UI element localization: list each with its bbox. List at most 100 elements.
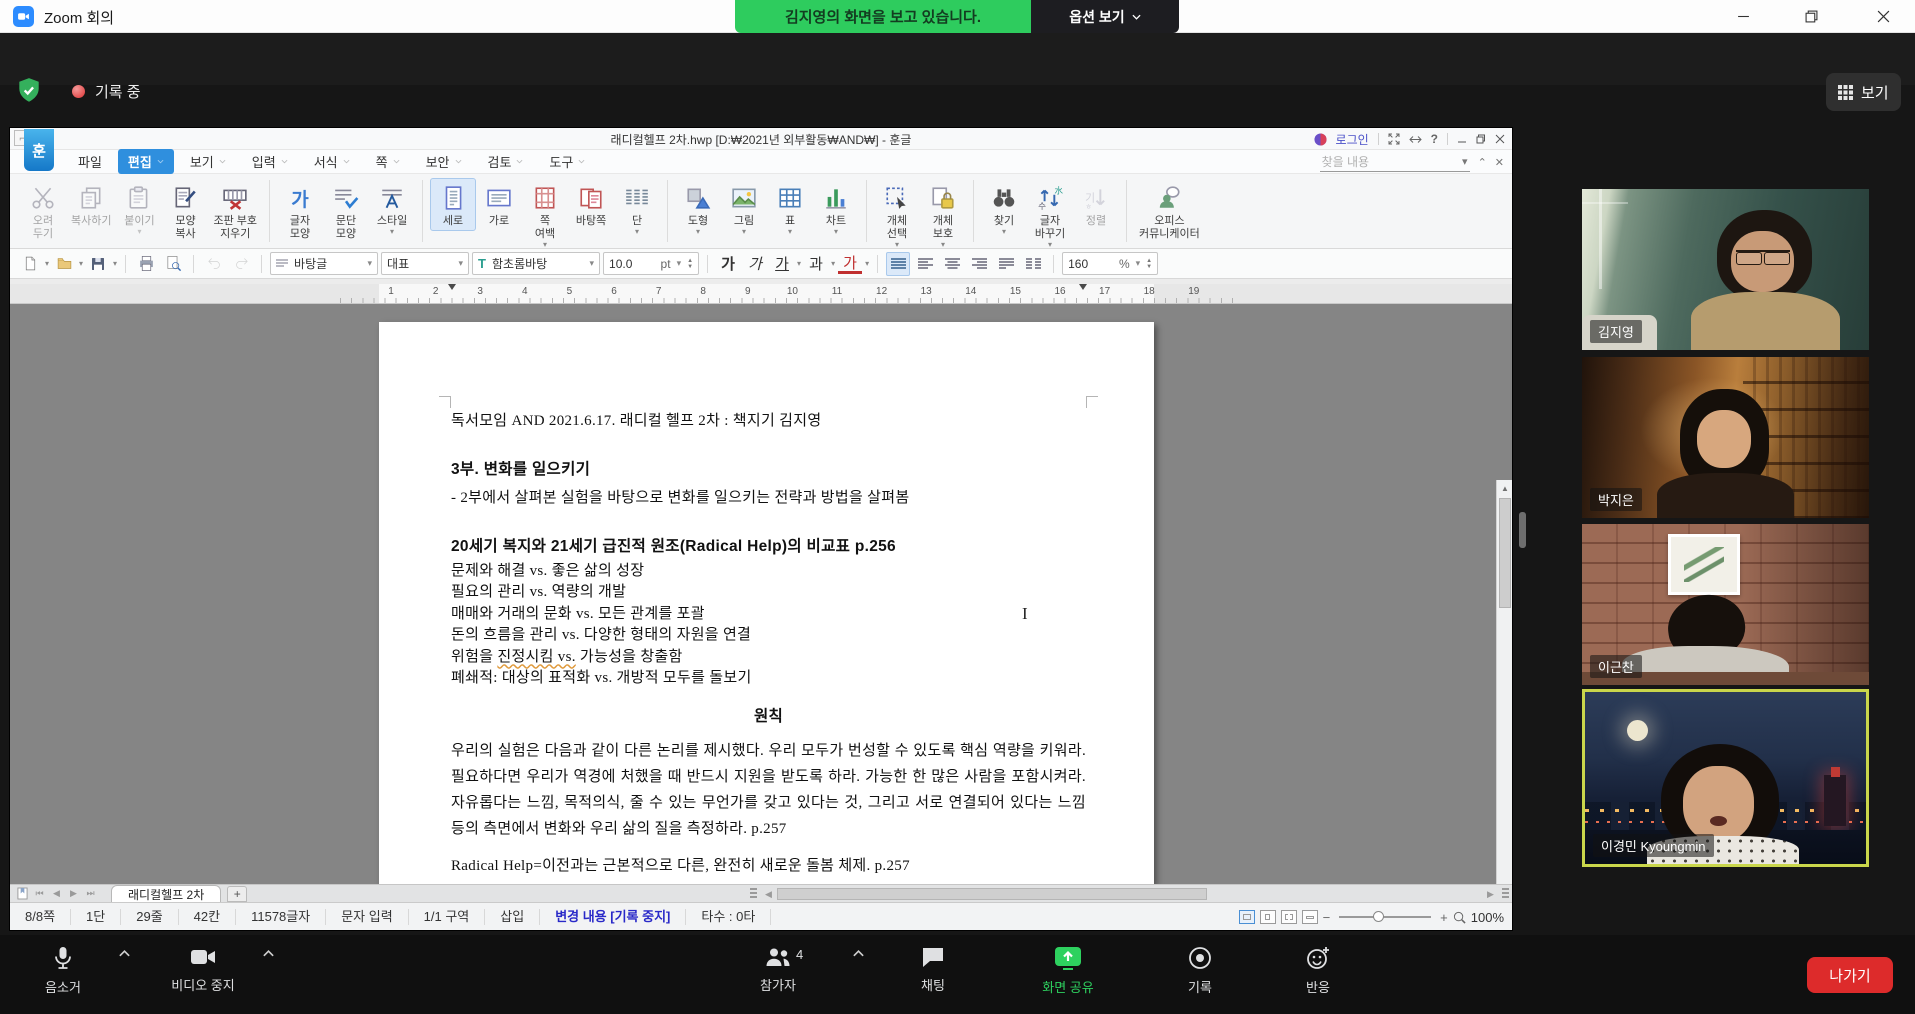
prev-tab-icon[interactable]: ◀ [48,885,65,902]
align-right-button[interactable] [967,252,991,276]
minimize-button[interactable] [1720,0,1766,33]
right-margin-marker[interactable] [1079,284,1087,290]
align-distribute-button[interactable] [994,252,1018,276]
next-tab-icon[interactable]: ▶ [65,885,82,902]
tool-sort-button[interactable]: 기ㅎ정렬 [1073,178,1119,231]
save-icon[interactable] [86,252,110,276]
document-tab[interactable]: 래디컬헬프 2차 [111,885,221,903]
zoom-slider-thumb[interactable] [1373,911,1384,922]
tool-object-select-button[interactable]: 개체선택▾ [874,178,920,252]
scroll-right-icon[interactable]: ▶ [1482,886,1499,903]
vertical-scroll-thumb[interactable] [1499,498,1511,608]
style-set-combo[interactable]: 대표▾ [381,252,469,275]
record-button[interactable]: 기록 [1145,945,1255,996]
first-tab-icon[interactable]: ⏮ [31,885,48,902]
help-icon[interactable]: ? [1431,132,1438,146]
magnifier-icon[interactable] [1453,911,1466,924]
restore-button[interactable] [1788,0,1834,33]
font-combo[interactable]: T함초롬바탕▾ [472,252,600,275]
horizontal-scroll-thumb[interactable] [777,888,1207,900]
tool-master-page-button[interactable]: 바탕쪽 [568,178,614,231]
tool-scissors-button[interactable]: 오려두기 [20,178,66,244]
align-divide-button[interactable] [1021,252,1045,276]
panel-splitter-handle[interactable] [1519,512,1526,548]
menu-쪽[interactable]: 쪽 [366,149,410,174]
fullscreen-icon[interactable] [1388,133,1400,145]
menu-도구[interactable]: 도구 [539,149,595,174]
new-caret[interactable]: ▾ [45,259,49,268]
preview-icon[interactable] [161,252,185,276]
video-tile[interactable]: 이근찬 [1582,524,1869,685]
last-tab-icon[interactable]: ⏭ [82,885,99,902]
paragraph-style-combo[interactable]: 바탕글▾ [270,252,378,275]
menu-보기[interactable]: 보기 [180,149,236,174]
tool-find-button[interactable]: 찾기▾ [981,178,1027,239]
hwp-restore-icon[interactable] [1476,134,1486,144]
horizontal-scrollbar[interactable]: ◀ ▶ [747,885,1512,903]
document-page[interactable]: 독서모임 AND 2021.6.17. 래디컬 헬프 2차 : 책지기 김지영3… [379,322,1154,884]
tool-columns-button[interactable]: 단▾ [614,178,660,239]
menu-보안[interactable]: 보안 [416,149,472,174]
tool-portrait-button[interactable]: 세로 [430,178,476,231]
tool-format-painter-button[interactable]: 모양복사 [162,178,208,244]
mic-options-chevron[interactable] [118,949,131,958]
undo-icon[interactable] [202,252,226,276]
video-tile-active-speaker[interactable]: 이경민 Kyoungmin [1582,689,1869,867]
menu-서식[interactable]: 서식 [304,149,360,174]
open-file-icon[interactable] [52,252,76,276]
italic-button[interactable]: 가 [743,252,767,276]
search-close-icon[interactable]: ✕ [1495,156,1504,169]
tool-shapes-button[interactable]: 도형▾ [675,178,721,239]
font-size-spinner[interactable]: ▲▼ [687,258,693,270]
people-button[interactable]: 참가자 [723,945,833,994]
add-tab-button[interactable]: + [227,886,247,902]
scrollbar-grip[interactable] [1502,888,1509,900]
tool-landscape-button[interactable]: 가로 [476,178,522,231]
menu-입력[interactable]: 입력 [242,149,298,174]
view-mode-page-icon[interactable] [1239,910,1255,924]
search-dropdown-icon[interactable]: ▾ [1462,155,1468,168]
tool-style-button[interactable]: 스타일▾ [369,178,415,239]
video-options-chevron[interactable] [262,949,275,958]
zoom-level-combo[interactable]: 160%▾▲▼ [1062,252,1158,275]
tool-copy-button[interactable]: 복사하기 [66,178,116,231]
view-options-button[interactable]: 옵션 보기 [1031,0,1179,33]
people-options-chevron[interactable] [852,949,865,958]
chat-button[interactable]: 채팅 [878,945,988,994]
tool-char-shape-button[interactable]: 가글자모양 [277,178,323,244]
align-center-button[interactable] [940,252,964,276]
search-prev-icon[interactable]: ⌃ [1478,156,1487,169]
underline-button[interactable]: 가 [770,252,794,276]
video-button[interactable]: 비디오 중지 [148,945,258,994]
video-tile[interactable]: 김지영 [1582,189,1869,350]
view-layout-button[interactable]: 보기 [1826,73,1901,111]
align-left-button[interactable] [913,252,937,276]
print-icon[interactable] [134,252,158,276]
close-button[interactable] [1860,0,1906,33]
hwp-minimize-icon[interactable] [1457,134,1467,144]
fit-width-icon[interactable] [1409,134,1422,145]
tool-page-margin-button[interactable]: 쪽여백▾ [522,178,568,252]
leave-meeting-button[interactable]: 나가기 [1807,957,1893,993]
view-mode-full-icon[interactable] [1260,910,1276,924]
tool-para-shape-button[interactable]: 문단모양 [323,178,369,244]
left-margin-marker[interactable] [448,284,456,290]
zoom-spinner[interactable]: ▲▼ [1146,258,1152,270]
scroll-left-icon[interactable]: ◀ [760,886,777,903]
tool-replace-button[interactable]: 水수글자바꾸기▾ [1027,178,1073,252]
font-size-combo[interactable]: 10.0pt▾▲▼ [603,252,699,275]
tool-object-protect-button[interactable]: 개체보호▾ [920,178,966,252]
zoom-out-icon[interactable]: − [1323,910,1331,925]
tool-erase-marks-button[interactable]: 조판 부호지우기 [208,178,262,244]
reactions-button[interactable]: 반응 [1263,945,1373,996]
char-spacing-button[interactable]: 과 [804,252,828,276]
hwp-close-icon[interactable] [1495,134,1505,144]
view-mode-split-icon[interactable] [1281,910,1297,924]
scroll-up-icon[interactable]: ▲ [1497,480,1512,496]
security-shield-icon[interactable] [16,77,42,105]
view-mode-wide-icon[interactable] [1302,910,1318,924]
zoom-in-icon[interactable]: + [1440,910,1448,925]
redo-icon[interactable] [229,252,253,276]
scrollbar-grip[interactable] [750,888,757,900]
font-color-button[interactable]: 가 [838,253,862,274]
